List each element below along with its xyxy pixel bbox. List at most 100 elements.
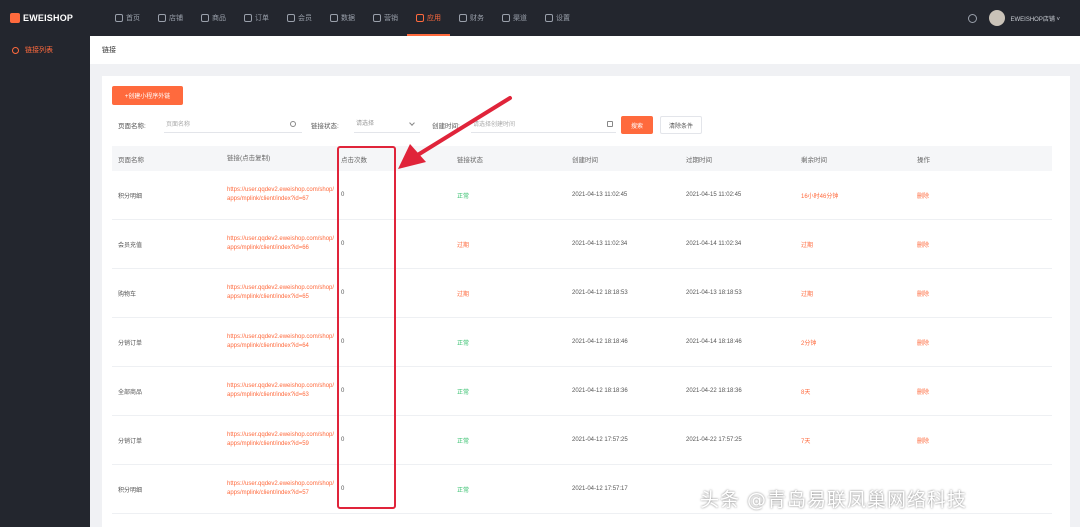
status-select-value: 请选择 bbox=[356, 121, 375, 127]
content-panel: +创建小程序外链 页面名称: 链接状态: 请选择 创建时间: 搜索 清除条件 页… bbox=[102, 76, 1070, 527]
cell-status: 过期 bbox=[457, 291, 470, 298]
cell-link[interactable]: https://user.qqdev2.eweishop.com/shop/ap… bbox=[227, 284, 341, 302]
watermark: 头条 @青岛易联凤巢网络科技 bbox=[700, 489, 968, 511]
data-icon bbox=[330, 14, 338, 22]
finance-icon bbox=[459, 14, 467, 22]
nav-item-3[interactable]: 订单 bbox=[235, 0, 278, 36]
cell-expires: 2021-04-14 18:18:46 bbox=[686, 339, 742, 345]
table-body: 积分明细 https://user.qqdev2.eweishop.com/sho… bbox=[112, 171, 1052, 514]
cell-remaining: 过期 bbox=[801, 242, 814, 249]
nav-item-5[interactable]: 数据 bbox=[321, 0, 364, 36]
highlight-box bbox=[337, 146, 396, 509]
sidebar-item-link-list[interactable]: 链接列表 bbox=[0, 36, 90, 64]
main-nav: 首页 店铺 商品 订单 会员 数据 营销 应用 财务 渠道 设置 bbox=[106, 0, 579, 36]
search-icon[interactable] bbox=[290, 121, 296, 127]
nav-item-10[interactable]: 设置 bbox=[536, 0, 579, 36]
nav-item-9[interactable]: 渠道 bbox=[493, 0, 536, 36]
cell-created: 2021-04-12 18:18:53 bbox=[572, 290, 628, 296]
cell-remaining: 7天 bbox=[801, 438, 811, 445]
goods-icon bbox=[201, 14, 209, 22]
cell-remaining: 过期 bbox=[801, 291, 814, 298]
cell-link[interactable]: https://user.qqdev2.eweishop.com/shop/ap… bbox=[227, 333, 341, 351]
nav-item-8[interactable]: 财务 bbox=[450, 0, 493, 36]
store-icon bbox=[158, 14, 166, 22]
delete-button[interactable]: 删除 bbox=[917, 191, 1052, 200]
notification-icon[interactable] bbox=[968, 13, 978, 23]
cell-created: 2021-04-12 17:57:25 bbox=[572, 437, 628, 443]
nav-item-label: 营销 bbox=[384, 15, 398, 22]
sidebar: 链接列表 bbox=[0, 36, 90, 527]
cell-remaining: 8天 bbox=[801, 389, 811, 396]
user-menu[interactable]: EWEISHOP店铺 ˅ bbox=[968, 0, 1060, 36]
nav-item-4[interactable]: 会员 bbox=[278, 0, 321, 36]
page-title: 链接 bbox=[102, 47, 116, 54]
page-name-label: 页面名称: bbox=[118, 123, 146, 130]
header-link: 链接(点击复制) bbox=[227, 155, 271, 162]
breadcrumb: 链接 bbox=[90, 36, 1080, 64]
create-link-button[interactable]: +创建小程序外链 bbox=[112, 86, 183, 105]
cell-page-name: 分销订单 bbox=[118, 438, 143, 445]
cell-expires: 2021-04-22 17:57:25 bbox=[686, 437, 742, 443]
annotation-arrow-icon bbox=[398, 96, 512, 169]
delete-button[interactable]: 删除 bbox=[917, 240, 1052, 249]
filter-bar: 页面名称: 链接状态: 请选择 创建时间: 搜索 清除条件 bbox=[102, 116, 1070, 134]
search-button[interactable]: 搜索 bbox=[621, 116, 653, 134]
shop-name[interactable]: EWEISHOP店铺 ˅ bbox=[1010, 14, 1060, 23]
order-icon bbox=[244, 14, 252, 22]
nav-item-2[interactable]: 商品 bbox=[192, 0, 235, 36]
cell-status: 正常 bbox=[457, 438, 470, 445]
sidebar-item-label: 链接列表 bbox=[25, 47, 53, 54]
cell-page-name: 会员充值 bbox=[118, 242, 143, 249]
brand-logo[interactable]: EWEISHOP bbox=[0, 13, 90, 23]
table-row: 会员充值 https://user.qqdev2.eweishop.com/sho… bbox=[112, 220, 1052, 269]
delete-button[interactable]: 删除 bbox=[917, 289, 1052, 298]
header-remaining: 剩余时间 bbox=[801, 156, 827, 164]
cell-created: 2021-04-13 11:02:34 bbox=[572, 241, 628, 247]
nav-item-0[interactable]: 首页 bbox=[106, 0, 149, 36]
cell-page-name: 全部商品 bbox=[118, 389, 143, 396]
calendar-icon[interactable] bbox=[607, 121, 613, 127]
cell-expires: 2021-04-13 18:18:53 bbox=[686, 290, 742, 296]
status-label: 链接状态: bbox=[311, 123, 339, 130]
page-name-input[interactable] bbox=[164, 117, 302, 133]
logo-icon bbox=[10, 13, 20, 23]
header-page-name: 页面名称 bbox=[118, 156, 144, 164]
cell-remaining: 2分钟 bbox=[801, 340, 817, 347]
app-icon bbox=[416, 14, 424, 22]
header-expires: 过期时间 bbox=[686, 156, 712, 164]
cell-page-name: 积分明细 bbox=[118, 193, 143, 200]
cell-link[interactable]: https://user.qqdev2.eweishop.com/shop/ap… bbox=[227, 431, 341, 449]
cell-page-name: 分销订单 bbox=[118, 340, 143, 347]
nav-item-label: 设置 bbox=[556, 15, 570, 22]
top-navbar: EWEISHOP 首页 店铺 商品 订单 会员 数据 营销 应用 财务 渠道 设置 EWEISHOP… bbox=[0, 0, 1080, 36]
tag-icon bbox=[373, 14, 381, 22]
cell-link[interactable]: https://user.qqdev2.eweishop.com/shop/ap… bbox=[227, 235, 341, 253]
cell-link[interactable]: https://user.qqdev2.eweishop.com/shop/ap… bbox=[227, 186, 341, 204]
avatar[interactable] bbox=[989, 10, 1006, 26]
nav-item-1[interactable]: 店铺 bbox=[149, 0, 192, 36]
nav-item-label: 订单 bbox=[255, 15, 269, 22]
table-row: 分销订单 https://user.qqdev2.eweishop.com/sho… bbox=[112, 318, 1052, 367]
gear-icon bbox=[545, 14, 553, 22]
member-icon bbox=[287, 14, 295, 22]
cell-created: 2021-04-12 18:18:36 bbox=[572, 388, 628, 394]
delete-button[interactable]: 删除 bbox=[917, 387, 1052, 396]
cell-link[interactable]: https://user.qqdev2.eweishop.com/shop/ap… bbox=[227, 382, 341, 400]
table-row: 购物车 https://user.qqdev2.eweishop.com/shop… bbox=[112, 269, 1052, 318]
nav-item-label: 首页 bbox=[126, 15, 140, 22]
delete-button[interactable]: 删除 bbox=[917, 338, 1052, 347]
table-row: 全部商品 https://user.qqdev2.eweishop.com/sho… bbox=[112, 367, 1052, 416]
cell-created: 2021-04-13 11:02:45 bbox=[572, 192, 628, 198]
table-row: 积分明细 https://user.qqdev2.eweishop.com/sho… bbox=[112, 171, 1052, 220]
nav-item-label: 财务 bbox=[470, 15, 484, 22]
clear-filters-button[interactable]: 清除条件 bbox=[660, 116, 702, 134]
delete-button[interactable]: 删除 bbox=[917, 436, 1052, 445]
cell-expires: 2021-04-15 11:02:45 bbox=[686, 192, 742, 198]
nav-item-6[interactable]: 营销 bbox=[364, 0, 407, 36]
nav-item-label: 店铺 bbox=[169, 15, 183, 22]
header-created: 创建时间 bbox=[572, 156, 598, 164]
nav-item-label: 会员 bbox=[298, 15, 312, 22]
nav-item-7[interactable]: 应用 bbox=[407, 0, 450, 36]
cell-remaining: 16小时46分钟 bbox=[801, 193, 839, 200]
cell-link[interactable]: https://user.qqdev2.eweishop.com/shop/ap… bbox=[227, 480, 341, 498]
